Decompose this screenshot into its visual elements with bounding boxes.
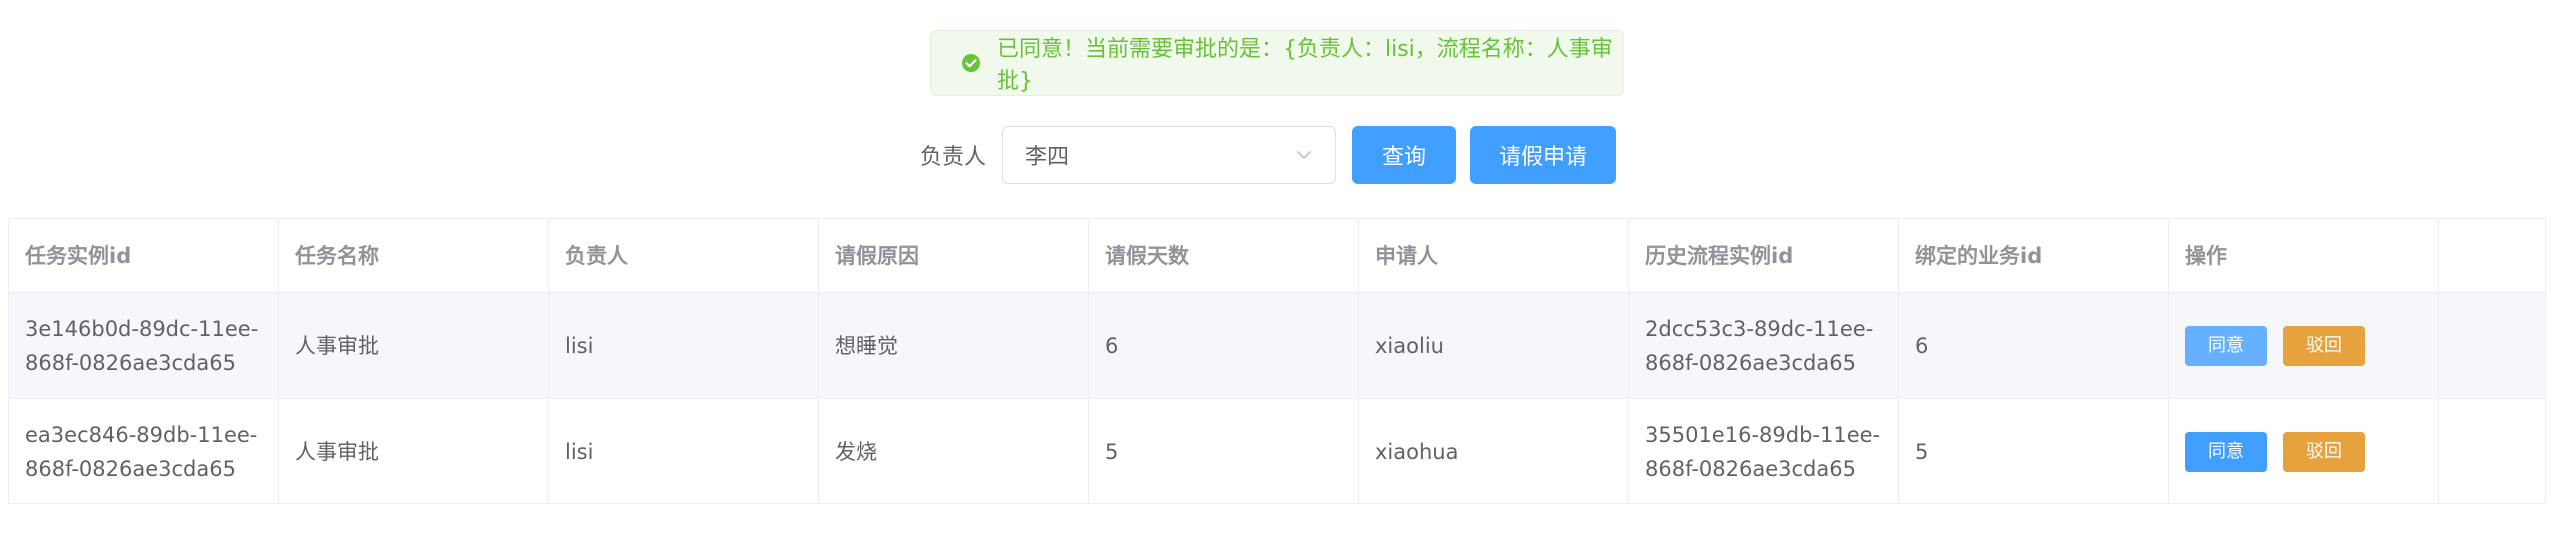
header-business-id: 绑定的业务id	[1899, 219, 2169, 292]
header-spacer	[2439, 219, 2545, 292]
chevron-down-icon	[1295, 146, 1313, 164]
cell-business-id: 5	[1899, 399, 2169, 505]
header-days: 请假天数	[1089, 219, 1359, 292]
agree-button[interactable]: 同意	[2185, 325, 2267, 366]
cell-task-name: 人事审批	[279, 293, 549, 398]
reject-button[interactable]: 驳回	[2283, 325, 2365, 366]
cell-applicant: xiaoliu	[1359, 293, 1629, 398]
table-header-row: 任务实例id 任务名称 负责人 请假原因 请假天数 申请人 历史流程实例id 绑…	[9, 219, 2545, 293]
search-form: 负责人 李四 查询 请假申请	[920, 126, 1617, 184]
header-task-id: 任务实例id	[9, 219, 279, 292]
assignee-select-value: 李四	[1025, 145, 1070, 170]
cell-days: 5	[1089, 399, 1359, 505]
cell-task-id: ea3ec846-89db-11ee-868f-0826ae3cda65	[9, 399, 279, 505]
table-row: ea3ec846-89db-11ee-868f-0826ae3cda65 人事审…	[9, 399, 2545, 505]
agree-button[interactable]: 同意	[2185, 432, 2267, 472]
cell-task-id: 3e146b0d-89dc-11ee-868f-0826ae3cda65	[9, 293, 279, 398]
header-applicant: 申请人	[1359, 219, 1629, 292]
leave-request-button[interactable]: 请假申请	[1470, 126, 1617, 184]
cell-actions: 同意 驳回	[2169, 293, 2439, 398]
cell-reason: 发烧	[819, 399, 1089, 505]
cell-history-id: 35501e16-89db-11ee-868f-0826ae3cda65	[1629, 399, 1899, 505]
alert-message: 已同意！当前需要审批的是：{负责人：lisi，流程名称：人事审批}	[997, 37, 1613, 94]
header-reason: 请假原因	[819, 219, 1089, 292]
reject-button[interactable]: 驳回	[2283, 432, 2365, 472]
cell-task-name: 人事审批	[279, 399, 549, 505]
cell-applicant: xiaohua	[1359, 399, 1629, 505]
header-history-id: 历史流程实例id	[1629, 219, 1899, 292]
cell-business-id: 6	[1899, 293, 2169, 398]
cell-days: 6	[1089, 293, 1359, 398]
cell-spacer	[2439, 293, 2545, 398]
cell-assignee: lisi	[549, 399, 819, 505]
assignee-select[interactable]: 李四	[1002, 126, 1337, 184]
header-task-name: 任务名称	[279, 219, 549, 292]
cell-actions: 同意 驳回	[2169, 399, 2439, 505]
cell-reason: 想睡觉	[819, 293, 1089, 398]
approval-page: 已同意！当前需要审批的是：{负责人：lisi，流程名称：人事审批} 负责人 李四…	[0, 0, 2556, 536]
header-assignee: 负责人	[549, 219, 819, 292]
assignee-label: 负责人	[920, 145, 987, 170]
cell-spacer	[2439, 399, 2545, 505]
table-row: 3e146b0d-89dc-11ee-868f-0826ae3cda65 人事审…	[9, 293, 2545, 399]
query-button[interactable]: 查询	[1352, 126, 1457, 184]
task-table: 任务实例id 任务名称 负责人 请假原因 请假天数 申请人 历史流程实例id 绑…	[8, 218, 2546, 505]
cell-assignee: lisi	[549, 293, 819, 398]
success-check-icon	[961, 53, 981, 73]
success-alert: 已同意！当前需要审批的是：{负责人：lisi，流程名称：人事审批}	[930, 30, 1624, 96]
header-actions: 操作	[2169, 219, 2439, 292]
cell-history-id: 2dcc53c3-89dc-11ee-868f-0826ae3cda65	[1629, 293, 1899, 398]
